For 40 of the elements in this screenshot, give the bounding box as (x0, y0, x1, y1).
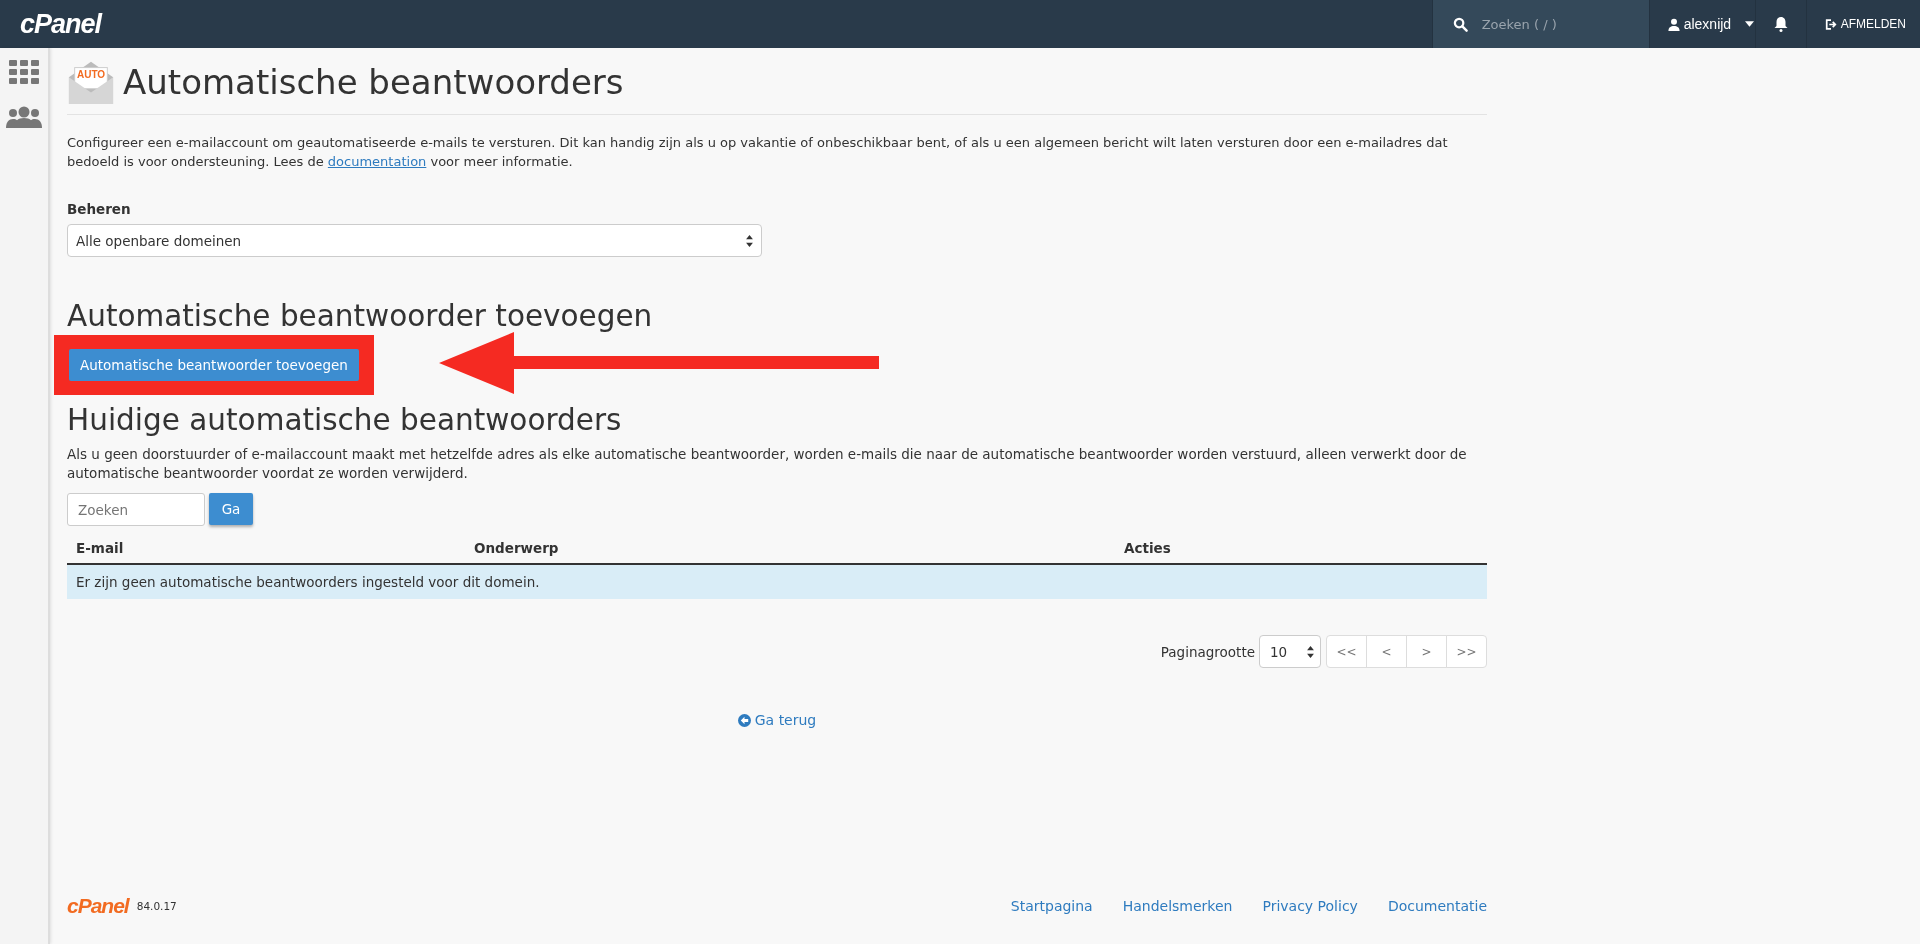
add-autoresponder-button[interactable]: Automatische beantwoorder toevoegen (69, 349, 359, 381)
user-icon (1667, 17, 1680, 31)
pagination-button[interactable]: >> (1446, 635, 1487, 668)
intro-text: Configureer een e-mailaccount om geautomatiseerde e-mails te versturen. Dit kan handig zijn als u op vakantie of onbeschikbaar bent, of als u een algemeen bericht wilt laten versturen door een e-mailadres dat bedoeld is voor ondersteuning. Lees de documentation voor meer informatie. (67, 134, 1449, 171)
logout-icon (1824, 18, 1837, 30)
search-icon (1452, 16, 1468, 32)
domain-select[interactable]: Alle openbare domeinen (67, 224, 762, 257)
pagination-button[interactable]: > (1406, 635, 1447, 668)
documentation-link[interactable]: documentation (327, 154, 427, 169)
select-arrows-icon (746, 234, 753, 247)
version-text: 84.0.17 (136, 900, 177, 912)
back-arrow-icon (737, 713, 751, 727)
user-menu[interactable]: alexnijd (1648, 0, 1755, 48)
bell-icon[interactable] (1773, 16, 1788, 32)
footer-link[interactable]: Startpagina (1010, 898, 1093, 914)
footer-link[interactable]: Documentatie (1387, 898, 1487, 914)
search-field[interactable]: Zoeken (67, 493, 205, 526)
section-heading: Huidige automatische beantwoorders (67, 403, 623, 437)
logout-button[interactable]: AFMELDEN (1805, 0, 1920, 48)
manage-label: Beheren (67, 201, 132, 217)
select-arrows-icon (1307, 645, 1314, 658)
go-button[interactable]: Ga (209, 493, 253, 525)
users-icon[interactable] (6, 106, 42, 128)
grid-icon[interactable] (9, 60, 39, 84)
logo[interactable]: cPanel (20, 8, 102, 40)
page-size-select[interactable]: 10 (1259, 635, 1321, 668)
page-title: Automatische beantwoorders (123, 62, 624, 102)
section-heading: Automatische beantwoorder toevoegen (67, 299, 654, 333)
empty-message: Er zijn geen automatische beantwoorders ingesteld voor dit domein. (67, 564, 1487, 599)
page-size-label: Paginagrootte (1160, 643, 1255, 660)
caret-icon (1745, 21, 1755, 27)
footer-link[interactable]: Privacy Policy (1262, 898, 1358, 914)
auto-label: AUTO (77, 69, 106, 80)
back-link[interactable]: Ga terug (737, 712, 817, 728)
search-field[interactable]: Zoeken ( / ) (1479, 15, 1604, 33)
pagination-button[interactable]: << (1326, 635, 1367, 668)
footer-link[interactable]: Handelsmerken (1122, 898, 1233, 914)
footer-logo: cPanel (67, 894, 129, 918)
pagination-button[interactable]: < (1366, 635, 1407, 668)
description-text: Als u geen doorstuurder of e-mailaccount maakt met hetzelfde adres als elke automatische beantwoorder, worden e-mails die naar de automatische beantwoorder worden verstuurd, alleen verwerkt door de automatische beantwoorder voordat ze worden verwijderd. (67, 445, 1468, 483)
